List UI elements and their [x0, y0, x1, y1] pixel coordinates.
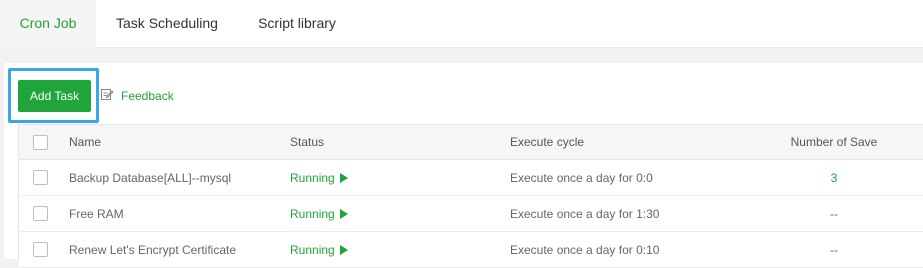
header-execute-cycle: Execute cycle	[510, 135, 585, 149]
edit-note-icon	[100, 87, 114, 106]
status-toggle[interactable]: Running	[290, 196, 348, 231]
task-name: Free RAM	[69, 206, 124, 221]
header-name: Name	[69, 135, 102, 149]
row-checkbox[interactable]	[33, 242, 48, 257]
save-count: --	[830, 206, 838, 221]
row-checkbox[interactable]	[33, 206, 48, 221]
status-text: Running	[290, 170, 335, 185]
play-icon	[339, 172, 348, 183]
header-checkbox-cell	[33, 125, 49, 159]
row-checkbox-cell	[33, 160, 49, 195]
tab-bar: Cron Job Task Scheduling Script library	[0, 0, 923, 48]
feedback-label: Feedback	[121, 89, 174, 103]
save-count-link[interactable]: 3	[831, 171, 838, 185]
task-name: Backup Database[ALL]--mysql	[69, 170, 232, 185]
status-toggle[interactable]: Running	[290, 232, 348, 267]
task-name: Renew Let's Encrypt Certificate	[69, 242, 237, 257]
header-number-of-save: Number of Save	[790, 135, 878, 149]
status-toggle[interactable]: Running	[290, 160, 348, 195]
header-status: Status	[290, 135, 325, 149]
table-row: Renew Let's Encrypt Certificate Running …	[19, 232, 923, 268]
save-count: 3	[759, 160, 909, 195]
play-icon	[339, 244, 348, 255]
execute-cycle: Execute once a day for 0:10	[510, 242, 660, 257]
add-task-button[interactable]: Add Task	[18, 80, 91, 112]
table-row: Free RAM Running Execute once a day for …	[19, 196, 923, 232]
row-checkbox[interactable]	[33, 170, 48, 185]
row-checkbox-cell	[33, 196, 49, 231]
status-text: Running	[290, 242, 335, 257]
tab-script-library[interactable]: Script library	[238, 0, 356, 48]
tab-task-scheduling[interactable]: Task Scheduling	[96, 0, 238, 48]
status-text: Running	[290, 206, 335, 221]
cron-table: Name Status Execute cycle Number of Save…	[18, 124, 923, 268]
save-count: --	[830, 242, 838, 257]
table-row: Backup Database[ALL]--mysql Running Exec…	[19, 160, 923, 196]
table-header: Name Status Execute cycle Number of Save	[19, 125, 923, 160]
execute-cycle: Execute once a day for 1:30	[510, 206, 660, 221]
play-icon	[339, 208, 348, 219]
execute-cycle: Execute once a day for 0:0	[510, 170, 653, 185]
select-all-checkbox[interactable]	[33, 134, 48, 150]
tab-cron-job[interactable]: Cron Job	[0, 0, 96, 48]
feedback-link[interactable]: Feedback	[100, 88, 174, 104]
row-checkbox-cell	[33, 232, 49, 267]
